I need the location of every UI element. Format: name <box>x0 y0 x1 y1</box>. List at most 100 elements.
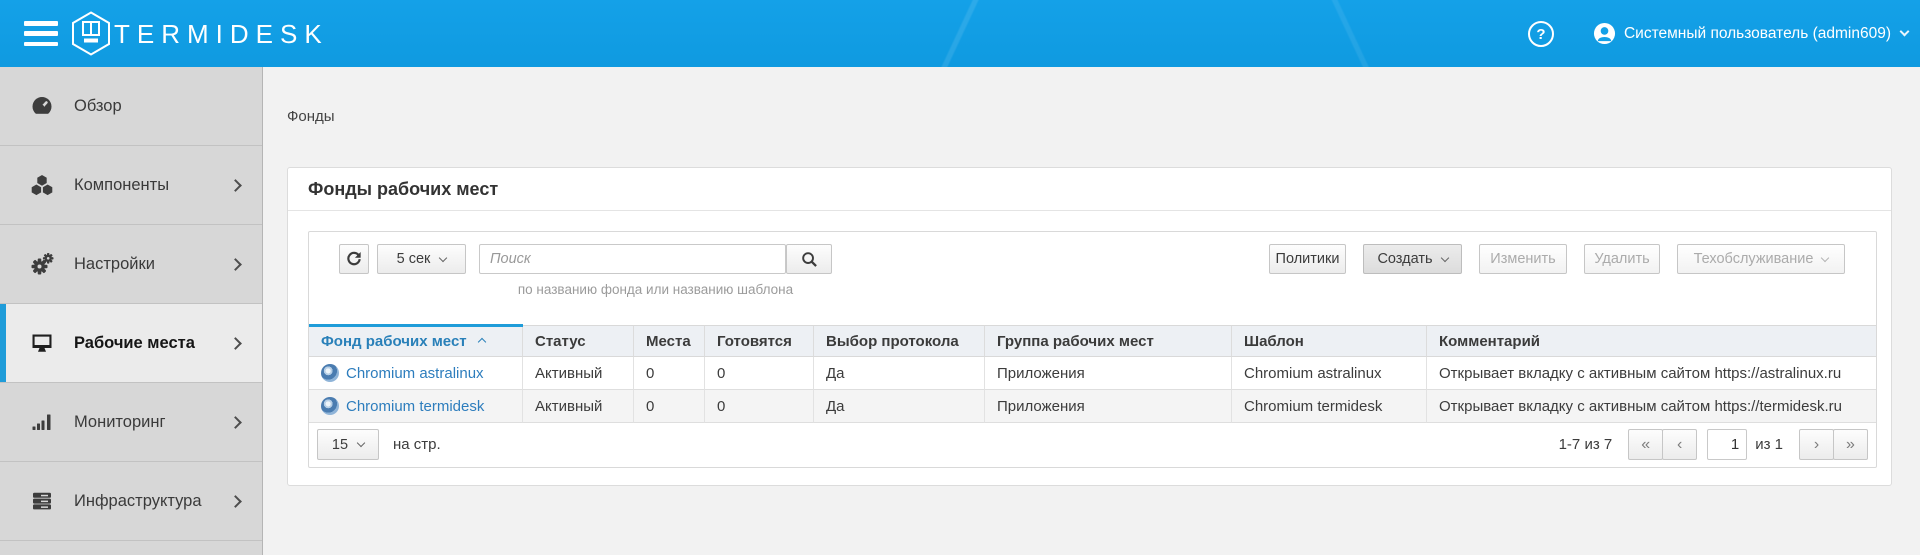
table-actions: Политики Создать Изменить Удалить Техобс… <box>1269 244 1845 274</box>
search-input[interactable] <box>479 244 786 274</box>
cell-preparing: 0 <box>705 390 814 423</box>
col-header-status[interactable]: Статус <box>523 325 634 357</box>
chromium-icon <box>321 364 339 382</box>
cell-protocol-choice: Да <box>814 357 985 390</box>
sidebar-item-label: Мониторинг <box>74 413 166 432</box>
col-header-template[interactable]: Шаблон <box>1232 325 1427 357</box>
search-icon <box>801 251 818 268</box>
sidebar-item-label: Рабочие места <box>74 334 195 353</box>
table-row[interactable]: Chromium astralinux Активный 0 0 Да Прил… <box>309 357 1876 390</box>
user-name-label: Системный пользователь (admin609) <box>1624 25 1891 43</box>
cell-group: Приложения <box>985 357 1232 390</box>
page-size-value: 15 <box>332 437 348 453</box>
chart-bars-icon <box>30 410 54 434</box>
refresh-interval-select[interactable]: 5 сек <box>377 244 466 274</box>
sidebar-item-label: Инфраструктура <box>74 492 202 511</box>
prev-page-button[interactable]: ‹ <box>1662 429 1697 460</box>
gears-icon <box>30 252 54 276</box>
cell-status: Активный <box>523 357 634 390</box>
page-title: Фонды рабочих мест <box>308 179 498 200</box>
pagination: 1-7 из 7 « ‹ из 1 › » <box>1559 429 1868 460</box>
refresh-icon <box>345 250 363 268</box>
pools-panel: Фонды рабочих мест 5 сек по на <box>287 167 1892 486</box>
sidebar-item-workplaces[interactable]: Рабочие места <box>0 304 262 383</box>
pools-toolbar-and-table: 5 сек по названию фонда или названию шаб… <box>308 231 1877 468</box>
delete-button[interactable]: Удалить <box>1584 244 1660 274</box>
edit-button[interactable]: Изменить <box>1479 244 1567 274</box>
first-page-button[interactable]: « <box>1628 429 1663 460</box>
column-label: Комментарий <box>1439 333 1540 350</box>
termidesk-logo-icon <box>71 11 111 61</box>
monitor-icon <box>30 331 54 355</box>
chromium-icon <box>321 397 339 415</box>
col-header-group[interactable]: Группа рабочих мест <box>985 325 1232 357</box>
servers-icon <box>30 489 54 513</box>
col-header-comment[interactable]: Комментарий <box>1427 325 1876 357</box>
sidebar-item-label: Обзор <box>74 97 122 116</box>
sorted-column-indicator <box>309 324 523 327</box>
col-header-seats[interactable]: Места <box>634 325 705 357</box>
column-label: Шаблон <box>1244 333 1304 350</box>
last-page-icon: » <box>1846 436 1855 454</box>
chevron-right-icon <box>229 495 242 508</box>
button-label: Создать <box>1377 251 1432 267</box>
page-number-input[interactable] <box>1707 429 1747 460</box>
cell-group: Приложения <box>985 390 1232 423</box>
table-header-row: Фонд рабочих мест Статус Места Готовятся… <box>309 325 1876 357</box>
page-size-select[interactable]: 15 <box>317 429 379 460</box>
cell-template: Chromium termidesk <box>1232 390 1427 423</box>
next-page-button[interactable]: › <box>1799 429 1834 460</box>
create-button[interactable]: Создать <box>1363 244 1462 274</box>
sidebar-item-label: Настройки <box>74 255 155 274</box>
first-page-icon: « <box>1641 436 1650 454</box>
chevron-down-icon <box>1440 253 1448 261</box>
pool-link[interactable]: Chromium termidesk <box>346 398 484 415</box>
chevron-right-icon <box>229 179 242 192</box>
next-page-icon: › <box>1814 436 1819 454</box>
sidebar-item-infrastructure[interactable]: Инфраструктура <box>0 462 262 541</box>
button-label: Удалить <box>1594 251 1649 267</box>
chevron-down-icon <box>439 253 447 261</box>
sidebar-item-settings[interactable]: Настройки <box>0 225 262 304</box>
main-content: Фонды Фонды рабочих мест 5 сек <box>264 67 1920 555</box>
total-pages-label: из 1 <box>1755 436 1783 453</box>
policies-button[interactable]: Политики <box>1269 244 1346 274</box>
pool-link[interactable]: Chromium astralinux <box>346 365 484 382</box>
user-menu[interactable]: Системный пользователь (admin609) <box>1593 0 1908 67</box>
col-header-protocol-choice[interactable]: Выбор протокола <box>814 325 985 357</box>
chevron-down-icon <box>357 439 365 447</box>
breadcrumb: Фонды <box>287 108 335 125</box>
sidebar-nav: Обзор Компоненты <box>0 67 263 555</box>
cubes-icon <box>30 173 54 197</box>
button-label: Изменить <box>1490 251 1555 267</box>
search-hint: по названию фонда или названию шаблона <box>479 282 832 297</box>
chevron-right-icon <box>229 416 242 429</box>
top-header-bar: TERMIDESK ? Системный пользователь (admi… <box>0 0 1920 67</box>
col-header-preparing[interactable]: Готовятся <box>705 325 814 357</box>
maintenance-button[interactable]: Техобслуживание <box>1677 244 1845 274</box>
chevron-right-icon <box>229 337 242 350</box>
sidebar-item-components[interactable]: Компоненты <box>0 146 262 225</box>
button-label: Политики <box>1276 251 1340 267</box>
help-icon[interactable]: ? <box>1528 21 1554 47</box>
cell-status: Активный <box>523 390 634 423</box>
table-row[interactable]: Chromium termidesk Активный 0 0 Да Прило… <box>309 390 1876 423</box>
column-label: Группа рабочих мест <box>997 333 1154 350</box>
cell-protocol-choice: Да <box>814 390 985 423</box>
prev-page-icon: ‹ <box>1677 436 1682 454</box>
cell-seats: 0 <box>634 357 705 390</box>
col-header-pool[interactable]: Фонд рабочих мест <box>309 325 523 357</box>
sort-asc-icon <box>478 337 486 345</box>
cell-comment: Открывает вкладку с активным сайтом http… <box>1427 390 1876 423</box>
column-label: Фонд рабочих мест <box>321 333 467 350</box>
sidebar-item-monitoring[interactable]: Мониторинг <box>0 383 262 462</box>
cell-comment: Открывает вкладку с активным сайтом http… <box>1427 357 1876 390</box>
sidebar-item-overview[interactable]: Обзор <box>0 67 262 146</box>
refresh-interval-value: 5 сек <box>397 251 431 267</box>
refresh-button[interactable] <box>339 244 369 274</box>
workplace-pools-table: Фонд рабочих мест Статус Места Готовятся… <box>309 325 1876 423</box>
last-page-button[interactable]: » <box>1833 429 1868 460</box>
hamburger-menu-icon[interactable] <box>24 21 58 46</box>
column-label: Готовятся <box>717 333 792 350</box>
search-button[interactable] <box>786 244 832 274</box>
